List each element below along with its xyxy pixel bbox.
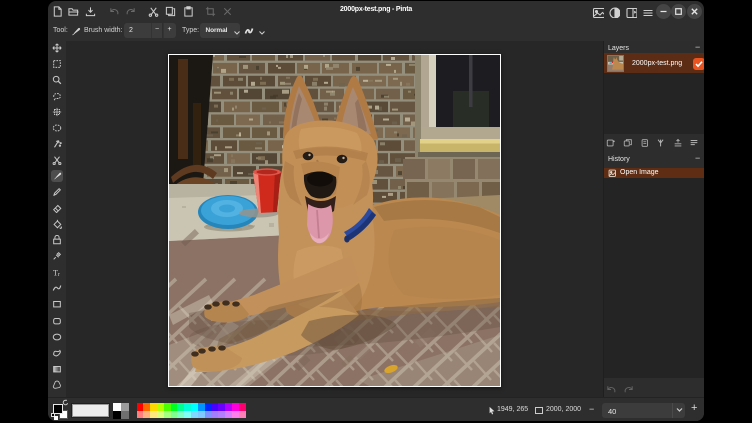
svg-text:r: r — [58, 272, 60, 277]
